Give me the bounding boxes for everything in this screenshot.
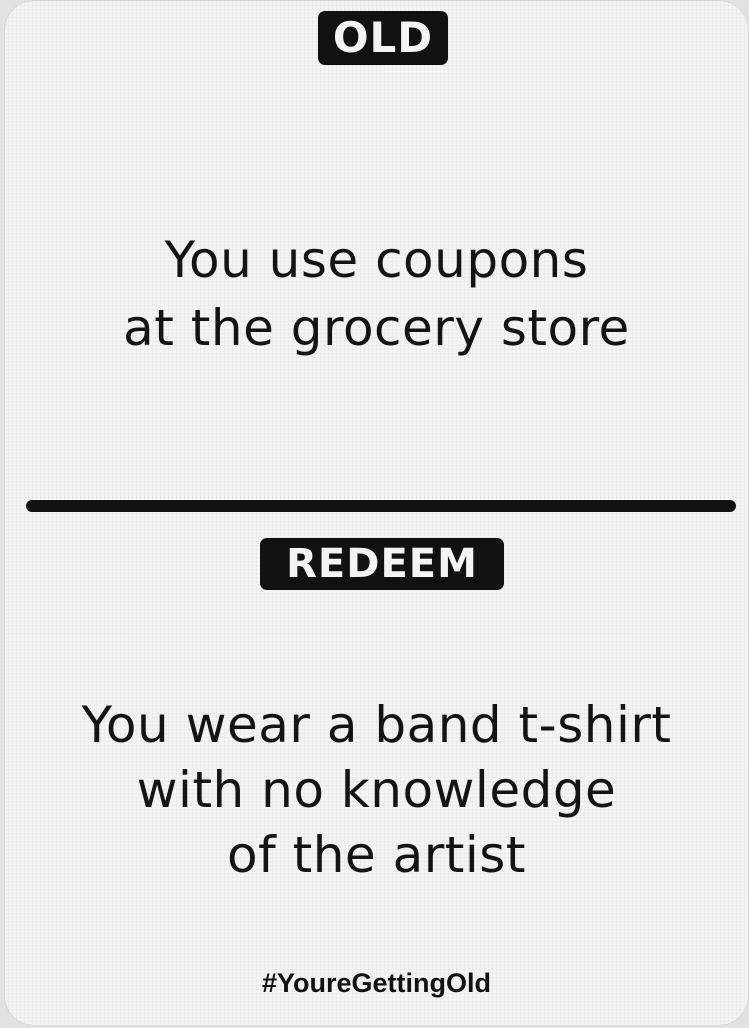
redeem-statement: You wear a band t-shirt with no knowledg… — [4, 693, 749, 888]
redeem-label-badge: REDEEM — [260, 538, 504, 590]
old-label-badge: OLD — [318, 11, 448, 65]
redeem-statement-line-1: You wear a band t-shirt — [81, 696, 672, 754]
redeem-statement-line-3: of the artist — [227, 826, 526, 884]
old-statement: You use coupons at the grocery store — [4, 226, 749, 362]
redeem-statement-line-2: with no knowledge — [136, 761, 617, 819]
section-divider — [26, 500, 736, 512]
old-statement-line-1: You use coupons — [164, 231, 589, 289]
game-card: OLD You use coupons at the grocery store… — [4, 0, 749, 1026]
hashtag-footer: #YoureGettingOld — [261, 968, 491, 998]
old-statement-line-2: at the grocery store — [123, 299, 630, 357]
